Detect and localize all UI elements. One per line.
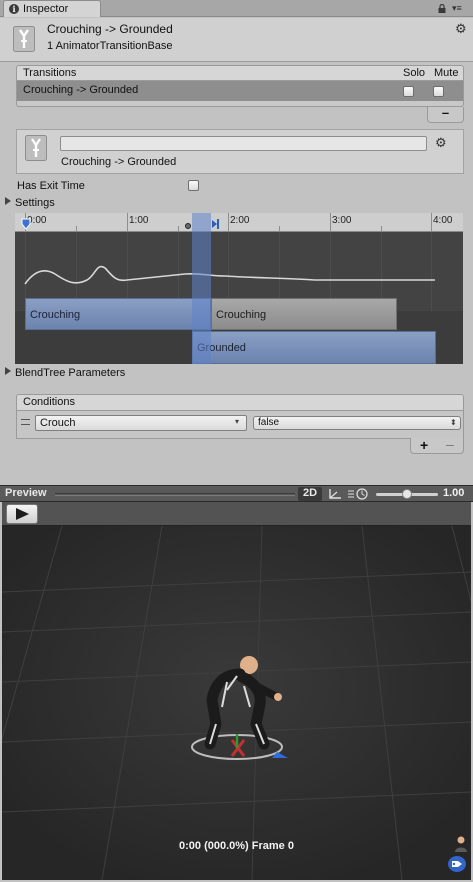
transition-detail-title: Crouching -> Grounded <box>61 156 177 168</box>
tab-bar: i Inspector ▾≡ <box>0 0 473 17</box>
tag-glyph-icon <box>452 861 462 867</box>
settings-foldout[interactable]: Settings <box>5 197 55 209</box>
exit-time-marker-icon[interactable] <box>21 218 31 230</box>
source-clip-inactive[interactable]: Crouching <box>211 298 397 330</box>
blendtree-parameters-label: BlendTree Parameters <box>15 367 126 379</box>
lock-icon[interactable] <box>438 4 446 13</box>
transition-timeline[interactable]: 0:00 1:00 2:00 3:00 4:00 Crouching Crouc… <box>15 213 463 364</box>
tab-inspector[interactable]: i Inspector <box>3 0 101 17</box>
play-button[interactable] <box>6 504 38 524</box>
condition-value-text: false <box>258 417 280 428</box>
preview-divider <box>55 493 295 496</box>
conditions-buttons: + – <box>410 436 464 454</box>
tick-label: 1:00 <box>129 215 149 226</box>
conditions-title: Conditions <box>23 396 75 408</box>
preview-playback-strip <box>2 502 471 526</box>
preview-viewport[interactable]: 0:00 (000.0%) Frame 0 <box>2 502 471 880</box>
transition-range-handles-icon[interactable] <box>185 216 225 230</box>
header-title: Crouching -> Grounded <box>47 22 173 36</box>
preview-title: Preview <box>5 487 47 499</box>
transitions-title: Transitions <box>23 67 77 79</box>
transition-name-field[interactable] <box>60 136 427 151</box>
speed-slider-thumb[interactable] <box>402 489 412 499</box>
tick-mark <box>381 226 382 231</box>
foldout-arrow-icon <box>5 197 11 205</box>
tick-label: 2:00 <box>230 215 250 226</box>
source-clip-row: Crouching Crouching <box>15 298 463 332</box>
tick-label: 3:00 <box>332 215 352 226</box>
transition-icon <box>13 26 35 52</box>
tick-line <box>228 213 229 232</box>
transitions-footer <box>16 101 464 107</box>
tick-mark <box>178 226 179 231</box>
tab-label: Inspector <box>23 3 69 15</box>
add-condition-button[interactable]: + <box>420 437 428 453</box>
tick-mark <box>76 226 77 231</box>
speed-value: 1.00 <box>443 487 465 499</box>
transition-icon <box>25 135 47 161</box>
transition-overlap-band[interactable] <box>192 213 211 364</box>
play-icon <box>16 508 29 520</box>
transitions-list: Transitions Solo Mute Crouching -> Groun… <box>16 65 464 123</box>
transition-row-label: Crouching -> Grounded <box>23 84 139 96</box>
tick-line <box>330 213 331 232</box>
remove-transition-button[interactable]: – <box>427 106 464 123</box>
transition-row[interactable]: Crouching -> Grounded <box>16 81 464 101</box>
tick-label: 4:00 <box>433 215 453 226</box>
updown-arrow-icon: ⬍ <box>450 418 457 427</box>
transition-detail: ⚙ Crouching -> Grounded <box>16 129 464 174</box>
condition-parameter-dropdown[interactable]: Crouch ▾ <box>35 415 247 431</box>
condition-parameter-value: Crouch <box>40 417 76 429</box>
tick-mark <box>279 226 280 231</box>
tag-icon[interactable] <box>448 856 466 872</box>
conditions-header: Conditions <box>16 394 464 411</box>
playback-speed-icon[interactable] <box>347 487 371 501</box>
mute-column-label: Mute <box>434 67 459 79</box>
info-icon: i <box>9 4 19 14</box>
dropdown-arrow-icon: ▾ <box>235 417 240 426</box>
solo-column-label: Solo <box>403 67 426 79</box>
solo-checkbox[interactable] <box>403 86 414 97</box>
mute-checkbox[interactable] <box>433 86 444 97</box>
character-model <box>191 656 288 760</box>
inspector-header: Crouching -> Grounded 1 AnimatorTransiti… <box>0 18 473 62</box>
gear-icon[interactable]: ⚙ <box>455 21 467 37</box>
target-clip[interactable]: Grounded <box>192 331 436 364</box>
source-clip-active[interactable]: Crouching <box>25 298 211 330</box>
foldout-arrow-icon <box>5 367 11 375</box>
remove-condition-button[interactable]: – <box>446 436 454 452</box>
drag-handle-icon[interactable] <box>21 419 30 425</box>
pivot-icon[interactable] <box>326 487 344 501</box>
settings-label: Settings <box>15 197 55 209</box>
frame-readout: 0:00 (000.0%) Frame 0 <box>179 840 294 852</box>
condition-value-dropdown[interactable]: false ⬍ <box>253 416 461 430</box>
gear-icon[interactable]: ⚙ <box>435 135 447 151</box>
has-exit-time-checkbox[interactable] <box>188 180 199 191</box>
header-subtitle: 1 AnimatorTransitionBase <box>47 40 173 52</box>
has-exit-time-label: Has Exit Time <box>17 180 85 192</box>
tick-line <box>431 213 432 232</box>
conditions-footer <box>16 435 464 439</box>
avatar-icon[interactable] <box>453 835 469 853</box>
timeline-ruler[interactable]: 0:00 1:00 2:00 3:00 4:00 <box>15 213 463 232</box>
tick-line <box>127 213 128 232</box>
transitions-header: Transitions Solo Mute <box>16 65 464 81</box>
preview-toolbar: Preview 2D 1.00 <box>0 485 473 502</box>
condition-row[interactable]: Crouch ▾ false ⬍ <box>16 411 464 435</box>
blendtree-parameters-foldout[interactable]: BlendTree Parameters <box>5 367 125 379</box>
tab-menu-icon[interactable]: ▾≡ <box>452 3 468 13</box>
toggle-2d-button[interactable]: 2D <box>298 487 322 501</box>
